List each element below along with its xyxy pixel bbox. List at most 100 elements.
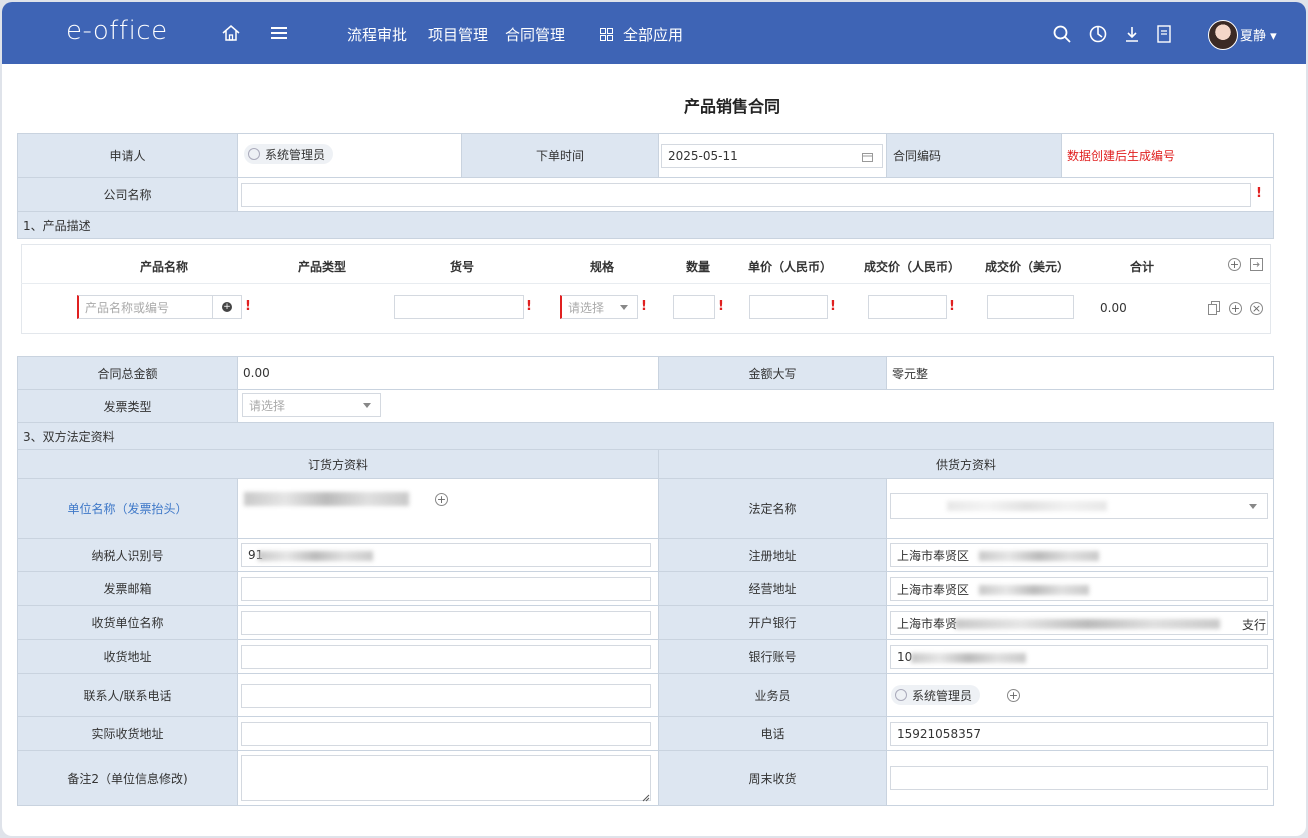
supplier-title: 供货方资料 [658, 449, 1274, 479]
required-mark: ! [641, 299, 647, 314]
company-input[interactable] [241, 183, 1251, 207]
buyer-title: 订货方资料 [17, 449, 659, 479]
weekend-receive-input[interactable] [890, 766, 1268, 790]
add-row-icon[interactable]: + [1229, 302, 1242, 315]
applicant-cell: 系统管理员 [237, 133, 462, 178]
deal-price-rmb-input[interactable] [868, 295, 947, 319]
import-icon[interactable] [1250, 258, 1263, 274]
redacted-text [955, 619, 1220, 629]
order-time-input[interactable]: 2025-05-11 [661, 144, 883, 168]
weekend-receive-label: 周末收货 [658, 750, 887, 806]
download-icon[interactable] [1122, 24, 1142, 44]
calendar-icon[interactable] [862, 151, 873, 165]
user-icon [895, 689, 907, 701]
add-row-icon[interactable]: + [1228, 258, 1241, 271]
required-mark: ! [949, 299, 955, 314]
bank-label: 开户银行 [658, 605, 887, 640]
receiver-address-input[interactable] [241, 645, 651, 669]
op-address-label: 经营地址 [658, 571, 887, 606]
remark-textarea[interactable] [241, 755, 651, 801]
actual-address-label: 实际收货地址 [17, 716, 238, 751]
salesman-name: 系统管理员 [912, 688, 973, 703]
col-spec: 规格 [589, 260, 614, 274]
contact-label: 联系人/联系电话 [17, 673, 238, 717]
app-window: e-office 流程审批 项目管理 合同管理 全部应用 夏静 ▾ 产品销售合同 [2, 2, 1306, 836]
add-unit-icon[interactable]: + [435, 493, 448, 506]
salesman-label: 业务员 [658, 673, 887, 717]
menu-icon[interactable] [268, 22, 290, 44]
form-content: 产品销售合同 申请人 系统管理员 下单时间 2025-05-11 合同编码 数据… [14, 87, 1274, 807]
redacted-text [244, 492, 409, 506]
invoice-email-input[interactable] [241, 577, 651, 601]
app-logo[interactable]: e-office [66, 16, 168, 46]
user-name[interactable]: 夏静 ▾ [1240, 25, 1277, 44]
nav-item-workflow[interactable]: 流程审批 [347, 24, 407, 45]
company-cell: ! [237, 177, 1274, 212]
weekend-receive-cell [886, 750, 1274, 806]
required-mark: ! [830, 299, 836, 314]
invoice-type-select[interactable]: 请选择 [242, 393, 381, 417]
salesman-chip[interactable]: 系统管理员 [891, 685, 981, 705]
receiver-unit-input[interactable] [241, 611, 651, 635]
redacted-text [947, 501, 1107, 511]
deal-price-usd-input[interactable] [987, 295, 1074, 319]
invoice-email-cell [237, 571, 659, 606]
col-deal-price-rmb: 成交价（人民币） [863, 260, 960, 274]
tax-id-label: 纳税人识别号 [17, 538, 238, 572]
item-no-input[interactable] [394, 295, 524, 319]
required-mark: ! [245, 299, 251, 314]
contract-no-value: 数据创建后生成编号 [1061, 133, 1274, 178]
chevron-down-icon [1249, 504, 1257, 509]
quantity-input[interactable] [673, 295, 715, 319]
resize-handle-icon[interactable] [642, 791, 650, 805]
phone-input[interactable]: 15921058357 [890, 722, 1268, 746]
applicant-name: 系统管理员 [265, 147, 326, 162]
document-icon[interactable] [1154, 24, 1174, 44]
unit-name-cell: + [237, 478, 659, 539]
user-icon [248, 148, 260, 160]
capital-label: 金额大写 [658, 356, 887, 390]
reg-address-label: 注册地址 [658, 538, 887, 572]
col-deal-price-usd: 成交价（美元） [984, 260, 1069, 274]
delete-row-icon[interactable]: × [1250, 302, 1263, 315]
unit-name-label: 单位名称（发票抬头） [17, 478, 238, 539]
remark-label: 备注2（单位信息修改) [17, 750, 238, 806]
unit-price-input[interactable] [749, 295, 828, 319]
add-salesman-icon[interactable]: + [1007, 689, 1020, 702]
plus-circle-icon: + [222, 302, 232, 312]
redacted-text [979, 585, 1089, 595]
nav-item-projects[interactable]: 项目管理 [428, 24, 488, 45]
account-cell: 10 [886, 639, 1274, 674]
invoice-type-label: 发票类型 [17, 389, 238, 423]
chevron-down-icon [363, 403, 371, 408]
redacted-text [911, 653, 1026, 663]
required-mark: ! [718, 299, 724, 314]
product-select-button[interactable]: + [212, 295, 242, 319]
contact-cell [237, 673, 659, 717]
section-product-description: 1、产品描述 [17, 211, 1274, 239]
reg-address-cell: 上海市奉贤区 [886, 538, 1274, 572]
search-icon[interactable] [1052, 24, 1072, 44]
nav-item-all-apps[interactable]: 全部应用 [623, 24, 683, 45]
col-quantity: 数量 [685, 260, 710, 274]
phone-label: 电话 [658, 716, 887, 751]
top-navigation-bar: e-office 流程审批 项目管理 合同管理 全部应用 夏静 ▾ [2, 2, 1306, 64]
row-total-value: 0.00 [1100, 301, 1127, 315]
product-name-input[interactable]: 产品名称或编号 [77, 295, 213, 319]
actual-address-input[interactable] [241, 722, 651, 746]
row-divider [21, 283, 1271, 284]
nav-item-contracts[interactable]: 合同管理 [505, 24, 565, 45]
home-icon[interactable] [220, 22, 242, 44]
contact-input[interactable] [241, 684, 651, 708]
bank-cell: 上海市奉贤 支行 [886, 605, 1274, 640]
clock-icon[interactable] [1088, 24, 1108, 44]
applicant-chip[interactable]: 系统管理员 [244, 144, 334, 164]
copy-row-icon[interactable] [1208, 301, 1220, 318]
legal-name-label: 法定名称 [658, 478, 887, 539]
total-value: 0.00 [237, 356, 659, 390]
user-avatar[interactable] [1208, 20, 1238, 50]
grid-icon[interactable] [599, 27, 613, 41]
col-unit-price: 单价（人民币） [747, 260, 832, 274]
op-address-cell: 上海市奉贤区 [886, 571, 1274, 606]
invoice-email-label: 发票邮箱 [17, 571, 238, 606]
